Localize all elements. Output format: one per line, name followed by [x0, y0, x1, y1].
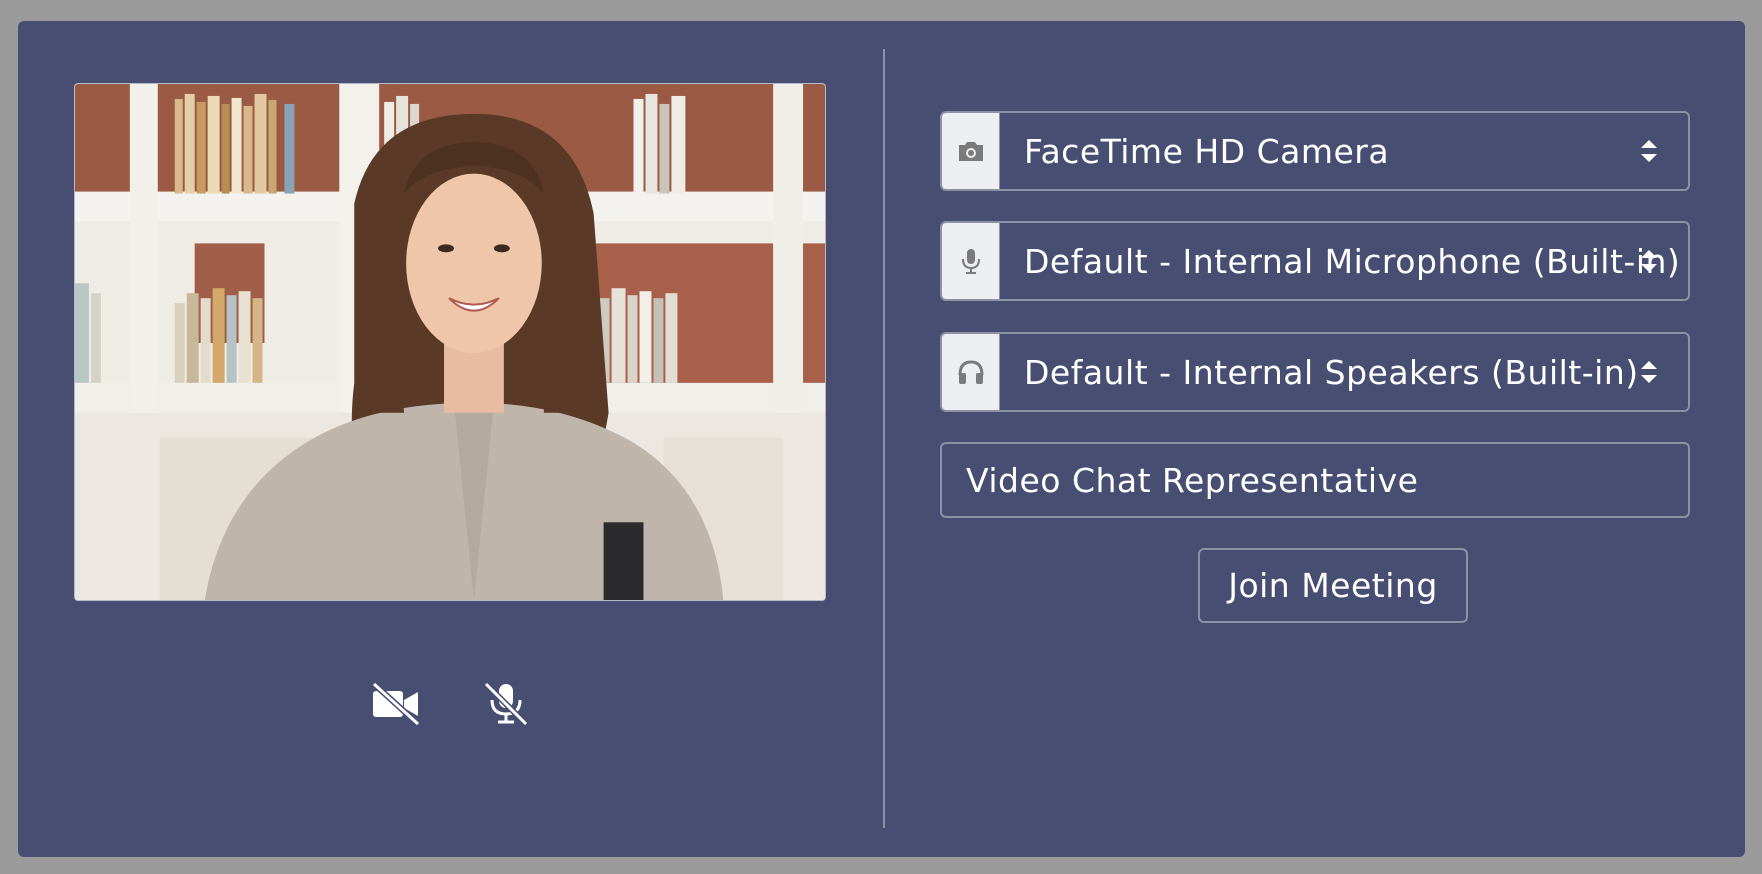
microphone-addon — [942, 223, 1000, 299]
display-name-input[interactable]: Video Chat Representative — [940, 442, 1690, 518]
camera-preview-image — [75, 84, 825, 600]
microphone-select[interactable]: Default - Internal Microphone (Built-in) — [1000, 223, 1688, 299]
chevron-updown-icon — [1641, 140, 1657, 162]
camera-select[interactable]: FaceTime HD Camera — [1000, 113, 1688, 189]
camera-icon — [958, 142, 983, 161]
preview-column — [18, 21, 884, 857]
video-off-icon — [371, 681, 421, 726]
headphones-icon — [958, 360, 983, 384]
media-controls — [18, 676, 884, 736]
join-meeting-button[interactable]: Join Meeting — [1198, 548, 1468, 623]
mic-off-icon — [483, 681, 529, 726]
column-divider — [883, 49, 885, 828]
camera-select-value: FaceTime HD Camera — [1024, 131, 1390, 171]
device-setup-panel: FaceTime HD Camera Default - Internal Mi… — [18, 21, 1745, 857]
toggle-mic-button[interactable] — [479, 676, 533, 730]
speaker-select[interactable]: Default - Internal Speakers (Built-in) — [1000, 334, 1688, 410]
chevron-updown-icon — [1641, 361, 1657, 383]
camera-select-group: FaceTime HD Camera — [940, 111, 1690, 191]
microphone-select-value: Default - Internal Microphone (Built-in) — [1024, 241, 1681, 281]
display-name-value: Video Chat Representative — [966, 460, 1419, 500]
camera-preview — [74, 83, 826, 601]
chevron-updown-icon — [1641, 250, 1657, 272]
speaker-select-value: Default - Internal Speakers (Built-in) — [1024, 352, 1639, 392]
speaker-select-group: Default - Internal Speakers (Built-in) — [940, 332, 1690, 412]
microphone-icon — [961, 249, 980, 274]
toggle-video-button[interactable] — [369, 676, 423, 730]
microphone-select-group: Default - Internal Microphone (Built-in) — [940, 221, 1690, 301]
camera-addon — [942, 113, 1000, 189]
settings-column: FaceTime HD Camera Default - Internal Mi… — [940, 21, 1690, 857]
speaker-addon — [942, 334, 1000, 410]
